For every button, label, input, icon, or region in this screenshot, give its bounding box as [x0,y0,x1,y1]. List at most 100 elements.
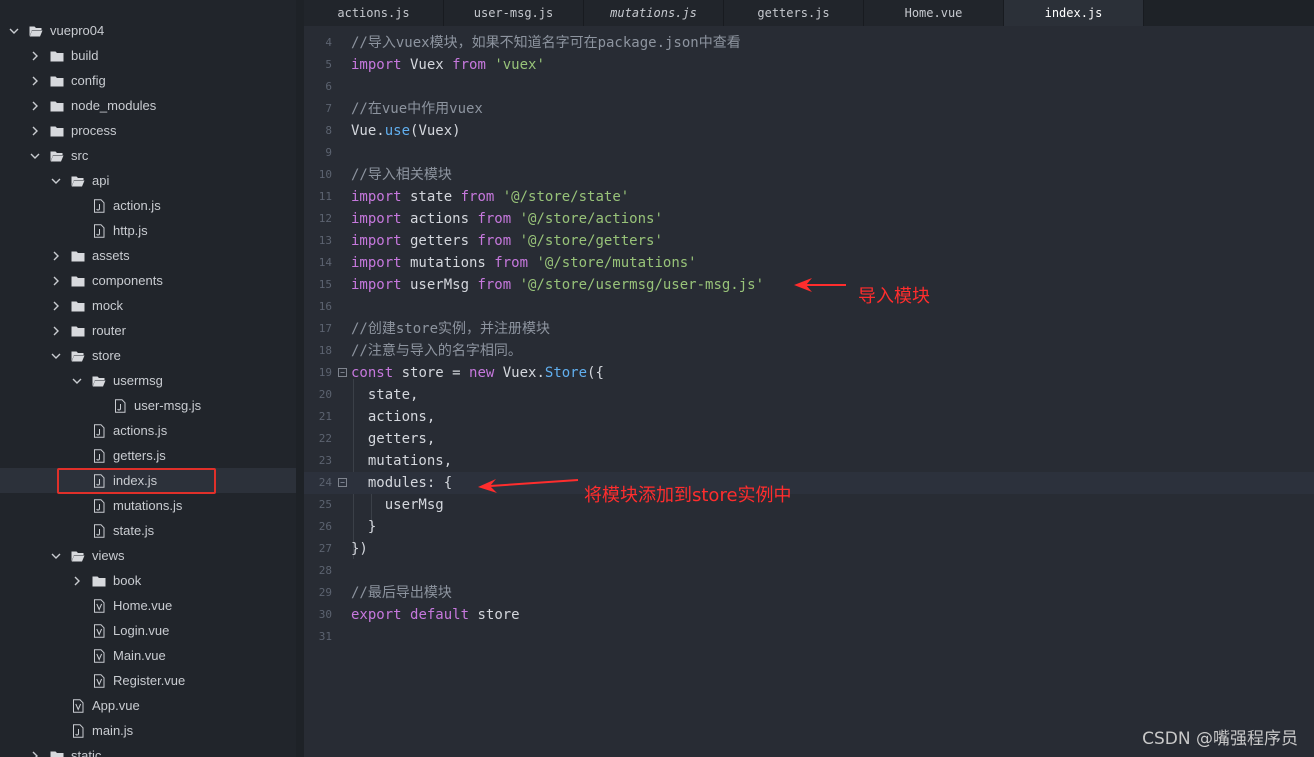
code-line[interactable]: 18 //注意与导入的名字相同。 [304,340,1314,362]
code-line[interactable]: 10 //导入相关模块 [304,164,1314,186]
code-line[interactable]: 16 [304,296,1314,318]
tab-mutations-js[interactable]: mutations.js [584,0,724,26]
tree-item-index-js[interactable]: index.js [0,468,296,493]
chevron-right-icon[interactable] [29,50,41,62]
code-line[interactable]: 23 mutations, [304,450,1314,472]
tree-item-build[interactable]: build [0,43,296,68]
tree-item-mutations-js[interactable]: mutations.js [0,493,296,518]
chevron-right-icon[interactable] [71,575,83,587]
tree-item-mock[interactable]: mock [0,293,296,318]
code-line[interactable]: 31 [304,626,1314,648]
code-line[interactable]: 28 [304,560,1314,582]
fold-toggle-icon[interactable]: − [338,478,347,487]
code-line[interactable]: 5 import Vuex from 'vuex' [304,54,1314,76]
code-line[interactable]: 4 //导入vuex模块，如果不知道名字可在package.json中查看 [304,32,1314,54]
code-token: from [494,255,529,271]
code-line[interactable]: 11 import state from '@/store/state' [304,186,1314,208]
chevron-right-icon[interactable] [29,750,41,757]
tree-item-process[interactable]: process [0,118,296,143]
code-line[interactable]: 21 actions, [304,406,1314,428]
tree-item-register-vue[interactable]: Register.vue [0,668,296,693]
tree-item-usermsg[interactable]: usermsg [0,368,296,393]
chevron-right-icon[interactable] [29,100,41,112]
tab-actions-js[interactable]: actions.js [304,0,444,26]
sidebar-divider[interactable] [296,0,304,757]
tree-item-actions-js[interactable]: actions.js [0,418,296,443]
chevron-right-icon[interactable] [50,300,62,312]
watermark: CSDN @嘴强程序员 [1142,729,1298,749]
chevron-right-icon[interactable] [29,75,41,87]
tree-item-api[interactable]: api [0,168,296,193]
chevron-right-icon[interactable] [50,325,62,337]
tree-item-assets[interactable]: assets [0,243,296,268]
tree-item-state-js[interactable]: state.js [0,518,296,543]
tab-getters-js[interactable]: getters.js [724,0,864,26]
tree-item-main-vue[interactable]: Main.vue [0,643,296,668]
tree-item-label: mutations.js [113,498,183,513]
tree-item-main-js[interactable]: main.js [0,718,296,743]
code-token: userMsg [401,277,478,293]
tree-item-label: App.vue [92,698,140,713]
tree-item-label: Login.vue [113,623,170,638]
editor-tab-bar: actions.js user-msg.js mutations.js getters… [304,0,1314,26]
code-text: Vue.use(Vuex) [351,120,461,142]
chevron-right-icon[interactable] [50,250,62,262]
code-line[interactable]: 7 //在vue中作用vuex [304,98,1314,120]
js-file-icon [71,723,85,738]
chevron-down-icon[interactable] [50,550,62,562]
code-line[interactable]: 22 getters, [304,428,1314,450]
tree-item-action-js[interactable]: action.js [0,193,296,218]
code-line[interactable]: 24− modules: { [304,472,1314,494]
tree-item-views[interactable]: views [0,543,296,568]
code-line[interactable]: 20 state, [304,384,1314,406]
code-line[interactable]: 27}) [304,538,1314,560]
tree-item-http-js[interactable]: http.js [0,218,296,243]
code-line[interactable]: 19− const store = new Vuex.Store({ [304,362,1314,384]
tree-item-src[interactable]: src [0,143,296,168]
tree-item-components[interactable]: components [0,268,296,293]
tree-item-static[interactable]: static [0,743,296,757]
code-line[interactable]: 25 userMsg [304,494,1314,516]
tree-item-login-vue[interactable]: Login.vue [0,618,296,643]
chevron-right-icon[interactable] [29,125,41,137]
code-line[interactable]: 29 //最后导出模块 [304,582,1314,604]
tree-item-store[interactable]: store [0,343,296,368]
code-line[interactable]: 14 import mutations from '@/store/mutatio… [304,252,1314,274]
code-editor[interactable]: 4 //导入vuex模块，如果不知道名字可在package.json中查看 5 imp… [304,26,1314,757]
code-token: '@/store/getters' [519,233,663,249]
code-line[interactable]: 26 } [304,516,1314,538]
tree-item-label: action.js [113,198,161,213]
code-token: actions [401,211,478,227]
chevron-down-icon[interactable] [71,375,83,387]
tree-item-app-vue[interactable]: App.vue [0,693,296,718]
chevron-down-icon[interactable] [50,175,62,187]
chevron-right-icon[interactable] [50,275,62,287]
chevron-down-icon[interactable] [8,25,20,37]
code-line[interactable]: 8 Vue.use(Vuex) [304,120,1314,142]
tab-user-msg-js[interactable]: user-msg.js [444,0,584,26]
code-line[interactable]: 15 import userMsg from '@/store/usermsg/u… [304,274,1314,296]
code-token: //注意与导入的名字相同。 [351,343,522,359]
code-token: import [351,255,402,271]
code-text: state, [351,384,419,406]
tree-item-home-vue[interactable]: Home.vue [0,593,296,618]
code-line[interactable]: 13 import getters from '@/store/getters' [304,230,1314,252]
tree-item-vuepro04[interactable]: vuepro04 [0,18,296,43]
tree-item-node-modules[interactable]: node_modules [0,93,296,118]
code-line[interactable]: 17 //创建store实例，并注册模块 [304,318,1314,340]
fold-toggle-icon[interactable]: − [338,368,347,377]
code-line[interactable]: 9 [304,142,1314,164]
tree-item-config[interactable]: config [0,68,296,93]
tab-index-js[interactable]: index.js [1004,0,1144,26]
chevron-down-icon[interactable] [29,150,41,162]
code-line[interactable]: 12 import actions from '@/store/actions' [304,208,1314,230]
tree-item-user-msg-js[interactable]: user-msg.js [0,393,296,418]
tree-item-router[interactable]: router [0,318,296,343]
code-line[interactable]: 6 [304,76,1314,98]
tab-home-vue[interactable]: Home.vue [864,0,1004,26]
tree-item-book[interactable]: book [0,568,296,593]
code-line[interactable]: 30 export default store [304,604,1314,626]
chevron-down-icon[interactable] [50,350,62,362]
tree-item-getters-js[interactable]: getters.js [0,443,296,468]
tree-item-label: getters.js [113,448,166,463]
